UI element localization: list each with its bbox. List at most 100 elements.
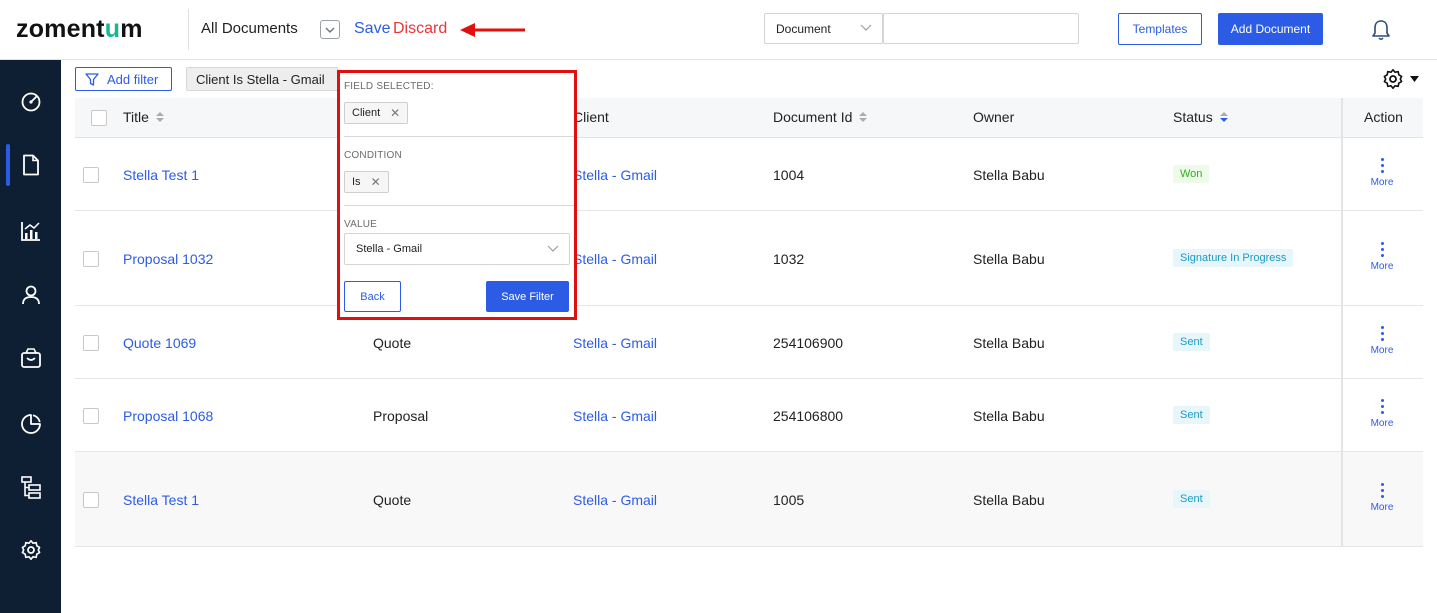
client-link[interactable]: Stella - Gmail [573, 167, 657, 183]
divider [344, 136, 574, 137]
table-row: Quote 1069 Quote Stella - Gmail 25410690… [75, 306, 1423, 379]
client-link[interactable]: Stella - Gmail [573, 492, 657, 508]
status-badge: Signature In Progress [1173, 249, 1294, 267]
sidebar-item-reports[interactable] [0, 209, 61, 253]
client-link[interactable]: Stella - Gmail [573, 408, 657, 424]
more-label: More [1370, 345, 1394, 356]
document-title-link[interactable]: Proposal 1068 [123, 408, 213, 424]
owner-name: Stella Babu [973, 408, 1045, 424]
close-icon[interactable]: ✕ [390, 106, 400, 120]
top-bar: zomentum All Documents Save Discard Docu… [0, 0, 1437, 60]
filter-icon [85, 72, 99, 86]
more-actions-button[interactable]: More [1362, 399, 1402, 429]
column-owner-label: Owner [973, 109, 1015, 125]
filter-editor-popup: FIELD SELECTED: Client ✕ CONDITION Is ✕ … [337, 70, 577, 320]
close-icon[interactable]: ✕ [371, 175, 381, 189]
column-action-label: Action [1364, 109, 1403, 125]
sidebar-item-contacts[interactable] [0, 273, 61, 317]
document-title-link[interactable]: Quote 1069 [123, 335, 196, 351]
templates-button[interactable]: Templates [1118, 13, 1202, 45]
sidebar-item-analytics[interactable] [0, 402, 61, 446]
owner-name: Stella Babu [973, 167, 1045, 183]
field-selected-label: FIELD SELECTED: [344, 81, 434, 92]
field-selected-value: Client [352, 107, 381, 119]
chevron-down-icon [547, 245, 559, 252]
document-id: 1004 [773, 167, 805, 183]
add-document-button[interactable]: Add Document [1218, 13, 1323, 45]
field-selected-pill[interactable]: Client ✕ [344, 102, 409, 124]
save-filter-button[interactable]: Save Filter [486, 281, 569, 312]
document-type-select[interactable]: Document [764, 13, 883, 44]
back-button[interactable]: Back [344, 281, 401, 312]
row-checkbox[interactable] [83, 335, 99, 351]
more-actions-button[interactable]: More [1362, 326, 1402, 356]
sort-icon [1219, 112, 1228, 122]
sidebar-item-catalog[interactable] [0, 336, 61, 380]
analytics-icon [20, 414, 41, 434]
column-header-title[interactable]: Title [123, 109, 164, 125]
more-vertical-icon [1380, 399, 1384, 414]
condition-pill[interactable]: Is ✕ [344, 171, 389, 193]
more-actions-button[interactable]: More [1362, 158, 1402, 188]
bell-icon[interactable] [1371, 19, 1391, 41]
add-filter-button[interactable]: Add filter [75, 67, 172, 91]
client-link[interactable]: Stella - Gmail [573, 335, 657, 351]
table-header: Title Type Client Document Id Owner Stat… [75, 98, 1423, 138]
more-vertical-icon [1380, 326, 1384, 341]
column-status-label: Status [1173, 109, 1213, 125]
column-header-owner[interactable]: Owner [973, 109, 1014, 125]
row-checkbox[interactable] [83, 167, 99, 183]
header-divider [188, 9, 189, 50]
chevron-down-icon [325, 27, 335, 33]
contacts-icon [21, 285, 40, 305]
catalog-icon [20, 348, 41, 368]
column-client-label: Client [573, 109, 609, 125]
value-select[interactable]: Stella - Gmail [344, 233, 570, 265]
column-header-client[interactable]: Client [573, 109, 609, 125]
status-badge: Won [1173, 165, 1210, 183]
table-row: Proposal 1068 Proposal Stella - Gmail 25… [75, 379, 1423, 452]
search-input[interactable] [883, 13, 1079, 44]
select-all-checkbox[interactable] [91, 110, 107, 126]
sidebar-item-settings[interactable] [0, 528, 61, 572]
settings-icon [21, 540, 40, 560]
sidebar-item-hierarchy[interactable] [0, 465, 61, 509]
document-title-link[interactable]: Proposal 1032 [123, 251, 213, 267]
client-link[interactable]: Stella - Gmail [573, 251, 657, 267]
document-icon [22, 154, 39, 176]
more-actions-button[interactable]: More [1362, 242, 1402, 272]
table-settings-menu[interactable] [1382, 68, 1419, 90]
view-dropdown-button[interactable] [320, 20, 340, 39]
document-type-value: Document [776, 22, 831, 36]
value-selected: Stella - Gmail [356, 243, 423, 255]
sort-icon [155, 112, 164, 122]
owner-name: Stella Babu [973, 251, 1045, 267]
more-vertical-icon [1380, 158, 1384, 173]
sidebar [0, 60, 61, 613]
document-type: Quote [373, 492, 412, 508]
column-header-document-id[interactable]: Document Id [773, 109, 868, 125]
row-checkbox[interactable] [83, 251, 99, 267]
document-type: Quote [373, 335, 412, 351]
discard-view-link[interactable]: Discard [393, 20, 447, 38]
row-checkbox[interactable] [83, 492, 99, 508]
row-checkbox[interactable] [83, 408, 99, 424]
reports-icon [20, 222, 40, 241]
sidebar-item-dashboard[interactable] [0, 80, 61, 124]
sidebar-item-documents[interactable] [0, 143, 61, 187]
column-header-status[interactable]: Status [1173, 109, 1228, 125]
save-view-link[interactable]: Save [354, 20, 390, 38]
active-filter-chip[interactable]: Client Is Stella - Gmail [186, 67, 338, 91]
annotation-arrow-icon [460, 23, 525, 37]
column-header-action: Action [1364, 109, 1403, 125]
dashboard-icon [21, 92, 40, 112]
document-title-link[interactable]: Stella Test 1 [123, 492, 199, 508]
more-label: More [1370, 418, 1394, 429]
document-id: 1005 [773, 492, 805, 508]
more-actions-button[interactable]: More [1362, 483, 1402, 513]
document-title-link[interactable]: Stella Test 1 [123, 167, 199, 183]
zomentum-logo[interactable]: zomentum [16, 15, 143, 44]
chevron-down-icon [860, 24, 872, 31]
condition-value: Is [352, 176, 361, 188]
owner-name: Stella Babu [973, 335, 1045, 351]
